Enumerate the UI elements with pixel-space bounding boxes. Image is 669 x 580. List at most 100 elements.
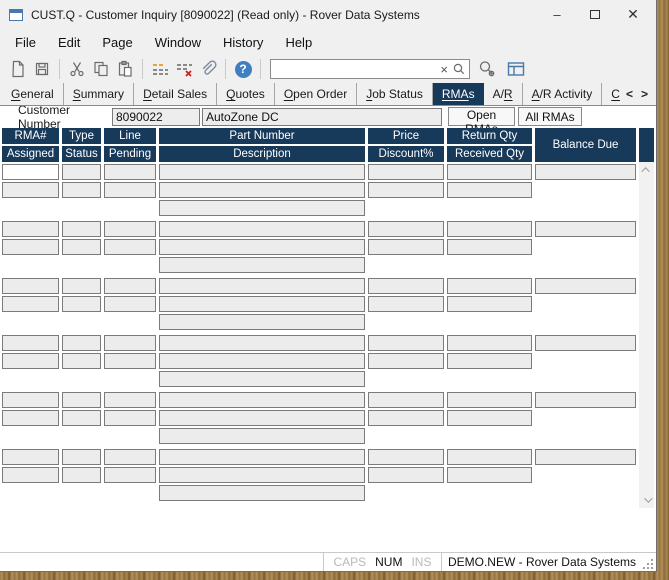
customer-name-input[interactable]: [202, 108, 442, 126]
customer-number-input[interactable]: [112, 108, 200, 126]
cell-part-number[interactable]: [159, 449, 365, 465]
cell-description[interactable]: [159, 239, 365, 255]
menu-edit[interactable]: Edit: [47, 32, 91, 53]
cell-balance-due[interactable]: [535, 392, 636, 408]
copy-icon[interactable]: [90, 58, 112, 80]
cell-balance-due[interactable]: [535, 449, 636, 465]
insert-row-icon[interactable]: [149, 58, 171, 80]
menu-file[interactable]: File: [4, 32, 47, 53]
cell-status[interactable]: [62, 353, 101, 369]
cell-type[interactable]: [62, 221, 101, 237]
tab-scroll-left-icon[interactable]: <: [626, 87, 633, 101]
vertical-scrollbar[interactable]: [639, 162, 654, 508]
cell-return-qty[interactable]: [447, 449, 532, 465]
cell-discount[interactable]: [368, 467, 444, 483]
paste-icon[interactable]: [114, 58, 136, 80]
cell-rma[interactable]: [2, 278, 59, 294]
cell-line[interactable]: [104, 449, 156, 465]
cell-discount[interactable]: [368, 410, 444, 426]
tab-detail-sales[interactable]: Detail Sales: [134, 83, 217, 105]
cell-assigned[interactable]: [2, 353, 59, 369]
help-icon[interactable]: ?: [232, 58, 254, 80]
scroll-down-button[interactable]: [639, 492, 654, 508]
cell-rma[interactable]: [2, 221, 59, 237]
cell-line[interactable]: [104, 392, 156, 408]
cell-description[interactable]: [159, 182, 365, 198]
cell-return-qty[interactable]: [447, 221, 532, 237]
resize-grip[interactable]: [642, 558, 654, 570]
cell-description-2[interactable]: [159, 200, 365, 216]
cell-price[interactable]: [368, 449, 444, 465]
attachment-icon[interactable]: [197, 58, 219, 80]
header-description[interactable]: Description: [159, 146, 365, 162]
cell-line[interactable]: [104, 164, 156, 180]
cell-line[interactable]: [104, 278, 156, 294]
header-discount[interactable]: Discount%: [368, 146, 444, 162]
cell-rma[interactable]: [2, 335, 59, 351]
cell-assigned[interactable]: [2, 182, 59, 198]
tab-job-status[interactable]: Job Status: [357, 83, 433, 105]
cell-description-2[interactable]: [159, 485, 365, 501]
close-button[interactable]: ✕: [614, 6, 652, 23]
header-status[interactable]: Status: [62, 146, 101, 162]
cell-type[interactable]: [62, 164, 101, 180]
tab-open-order[interactable]: Open Order: [275, 83, 357, 105]
header-type[interactable]: Type: [62, 128, 101, 144]
cell-return-qty[interactable]: [447, 278, 532, 294]
maximize-button[interactable]: [576, 7, 614, 22]
menu-page[interactable]: Page: [91, 32, 143, 53]
cell-price[interactable]: [368, 392, 444, 408]
cell-description-2[interactable]: [159, 257, 365, 273]
cell-part-number[interactable]: [159, 221, 365, 237]
cell-status[interactable]: [62, 296, 101, 312]
menu-history[interactable]: History: [212, 32, 274, 53]
cell-status[interactable]: [62, 239, 101, 255]
cell-status[interactable]: [62, 410, 101, 426]
cell-status[interactable]: [62, 467, 101, 483]
tab-contacts[interactable]: Contacts: [602, 83, 620, 105]
scroll-up-button[interactable]: [639, 162, 654, 178]
cell-received-qty[interactable]: [447, 239, 532, 255]
zoom-view-icon[interactable]: [476, 58, 498, 80]
header-line[interactable]: Line: [104, 128, 156, 144]
cell-return-qty[interactable]: [447, 392, 532, 408]
header-price[interactable]: Price: [368, 128, 444, 144]
cell-received-qty[interactable]: [447, 410, 532, 426]
cell-balance-due[interactable]: [535, 335, 636, 351]
tab-summary[interactable]: Summary: [64, 83, 134, 105]
all-rmas-button[interactable]: All RMAs: [518, 107, 582, 126]
menu-window[interactable]: Window: [144, 32, 212, 53]
cell-assigned[interactable]: [2, 239, 59, 255]
cell-description[interactable]: [159, 410, 365, 426]
title-bar[interactable]: CUST.Q - Customer Inquiry [8090022] (Rea…: [0, 0, 656, 29]
cell-discount[interactable]: [368, 353, 444, 369]
new-document-icon[interactable]: [7, 58, 29, 80]
cell-received-qty[interactable]: [447, 296, 532, 312]
cell-balance-due[interactable]: [535, 164, 636, 180]
cell-description-2[interactable]: [159, 314, 365, 330]
cell-description[interactable]: [159, 296, 365, 312]
cell-part-number[interactable]: [159, 278, 365, 294]
cell-pending[interactable]: [104, 467, 156, 483]
delete-row-icon[interactable]: [173, 58, 195, 80]
tab-a-r-activity[interactable]: A/R Activity: [523, 83, 603, 105]
window-layout-icon[interactable]: [505, 58, 527, 80]
cell-discount[interactable]: [368, 182, 444, 198]
cell-pending[interactable]: [104, 353, 156, 369]
tab-scroll-right-icon[interactable]: >: [641, 87, 648, 101]
cell-type[interactable]: [62, 392, 101, 408]
cell-line[interactable]: [104, 335, 156, 351]
header-part-number[interactable]: Part Number: [159, 128, 365, 144]
cell-part-number[interactable]: [159, 335, 365, 351]
tab-general[interactable]: General: [2, 83, 64, 105]
cell-discount[interactable]: [368, 296, 444, 312]
cell-price[interactable]: [368, 164, 444, 180]
clear-search-icon[interactable]: ×: [436, 62, 452, 77]
cell-rma[interactable]: [2, 392, 59, 408]
header-received-qty[interactable]: Received Qty: [447, 146, 532, 162]
cell-description-2[interactable]: [159, 428, 365, 444]
cell-balance-due[interactable]: [535, 278, 636, 294]
cell-description-2[interactable]: [159, 371, 365, 387]
cell-received-qty[interactable]: [447, 467, 532, 483]
cell-part-number[interactable]: [159, 164, 365, 180]
